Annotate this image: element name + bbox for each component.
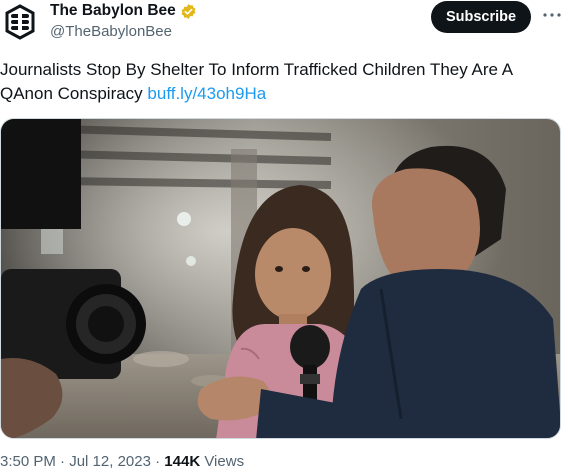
tweet-link[interactable]: buff.ly/43oh9Ha <box>147 84 266 103</box>
tweet-media-image[interactable] <box>0 118 561 439</box>
tweet-header: The Babylon Bee @TheBabylonBee Subscribe <box>0 0 568 50</box>
views-count[interactable]: 144K <box>164 453 200 470</box>
tweet-date[interactable]: Jul 12, 2023 <box>69 453 151 470</box>
meta-separator: · <box>150 453 165 470</box>
author-handle[interactable]: @TheBabylonBee <box>50 22 172 42</box>
media-illustration <box>1 119 560 438</box>
author-display-name[interactable]: The Babylon Bee <box>50 1 176 21</box>
babylon-bee-logo-icon[interactable] <box>0 2 40 42</box>
meta-separator: · <box>55 453 70 470</box>
tweet-text: Journalists Stop By Shelter To Inform Tr… <box>0 58 560 106</box>
tweet-time[interactable]: 3:50 PM <box>0 453 56 470</box>
views-label: Views <box>200 453 245 470</box>
subscribe-button[interactable]: Subscribe <box>431 1 531 33</box>
tweet-meta: 3:50 PM · Jul 12, 2023 · 144K Views <box>0 452 244 472</box>
verified-badge-icon[interactable] <box>180 3 197 20</box>
author-name-row: The Babylon Bee <box>50 1 197 21</box>
more-options-icon[interactable] <box>540 3 564 27</box>
